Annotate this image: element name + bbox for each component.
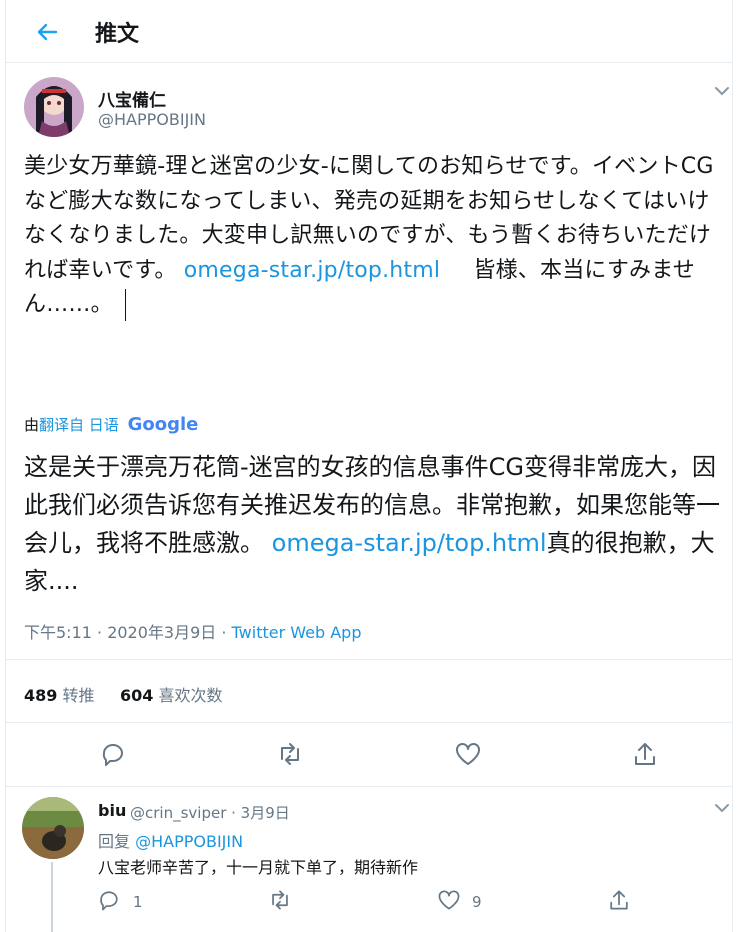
back-arrow-icon[interactable] xyxy=(30,15,66,49)
divider xyxy=(5,722,733,723)
retweet-icon[interactable] xyxy=(267,887,293,913)
translation-link[interactable]: omega-star.jp/top.html xyxy=(272,529,547,557)
author-handle[interactable]: @HAPPOBIJIN xyxy=(98,110,206,129)
thread-line xyxy=(51,862,53,932)
reply-icon[interactable] xyxy=(98,739,128,769)
reply-avatar[interactable] xyxy=(22,797,84,859)
page-header: 推文 xyxy=(5,0,733,63)
translated-lang[interactable]: 翻译自 日语 xyxy=(39,416,119,434)
like-count[interactable]: 604 xyxy=(120,686,153,705)
reply-icon[interactable] xyxy=(96,887,122,913)
tweet-text: 美少女万華鏡-理と迷宮の少女-に関してのお知らせです。イベントCGなど膨大な数に… xyxy=(24,150,724,323)
reply-author-name[interactable]: biu xyxy=(98,801,126,820)
author-name[interactable]: 八宝備仁 xyxy=(98,86,166,111)
reply-reply-count: 1 xyxy=(133,893,143,911)
avatar[interactable] xyxy=(24,77,84,137)
engagement-stats: 489 转推 604 喜欢次数 xyxy=(24,682,222,706)
share-icon[interactable] xyxy=(606,887,632,913)
tweet-meta: 下午5:11 · 2020年3月9日 · Twitter Web App xyxy=(24,619,361,643)
reply-handle[interactable]: @crin_sviper · 3月9日 xyxy=(130,802,290,823)
like-icon[interactable] xyxy=(436,887,462,913)
page-title: 推文 xyxy=(95,22,140,47)
translated-prefix: 由 xyxy=(24,416,40,434)
retweet-count[interactable]: 489 xyxy=(24,686,57,705)
tweet-time[interactable]: 下午5:11 · 2020年3月9日 · xyxy=(24,623,232,642)
reply-like-count: 9 xyxy=(472,893,482,911)
reply-text: 八宝老师辛苦了，十一月就下单了，期待新作 xyxy=(98,858,419,877)
share-icon[interactable] xyxy=(630,739,660,769)
google-logo: Google xyxy=(127,414,199,435)
retweet-label[interactable]: 转推 xyxy=(63,686,95,705)
like-label[interactable]: 喜欢次数 xyxy=(158,686,222,705)
reply-to-line: 回复 @HAPPOBIJIN xyxy=(98,828,243,852)
divider xyxy=(5,659,733,660)
reply-to-handle[interactable]: @HAPPOBIJIN xyxy=(135,832,243,851)
retweet-icon[interactable] xyxy=(275,739,305,769)
translation-attribution: 由翻译自 日语 Google xyxy=(24,414,198,435)
divider xyxy=(5,786,733,787)
tweet-link[interactable]: omega-star.jp/top.html xyxy=(184,258,440,283)
chevron-down-icon[interactable] xyxy=(713,800,731,819)
tweet-source[interactable]: Twitter Web App xyxy=(232,623,362,642)
text-cursor xyxy=(124,289,126,321)
translated-text: 这是关于漂亮万花筒-迷宫的女孩的信息事件CG变得非常庞大，因此我们必须告诉您有关… xyxy=(24,448,724,600)
reply-to-prefix: 回复 xyxy=(98,832,131,851)
chevron-down-icon[interactable] xyxy=(713,83,731,102)
like-icon[interactable] xyxy=(453,739,483,769)
